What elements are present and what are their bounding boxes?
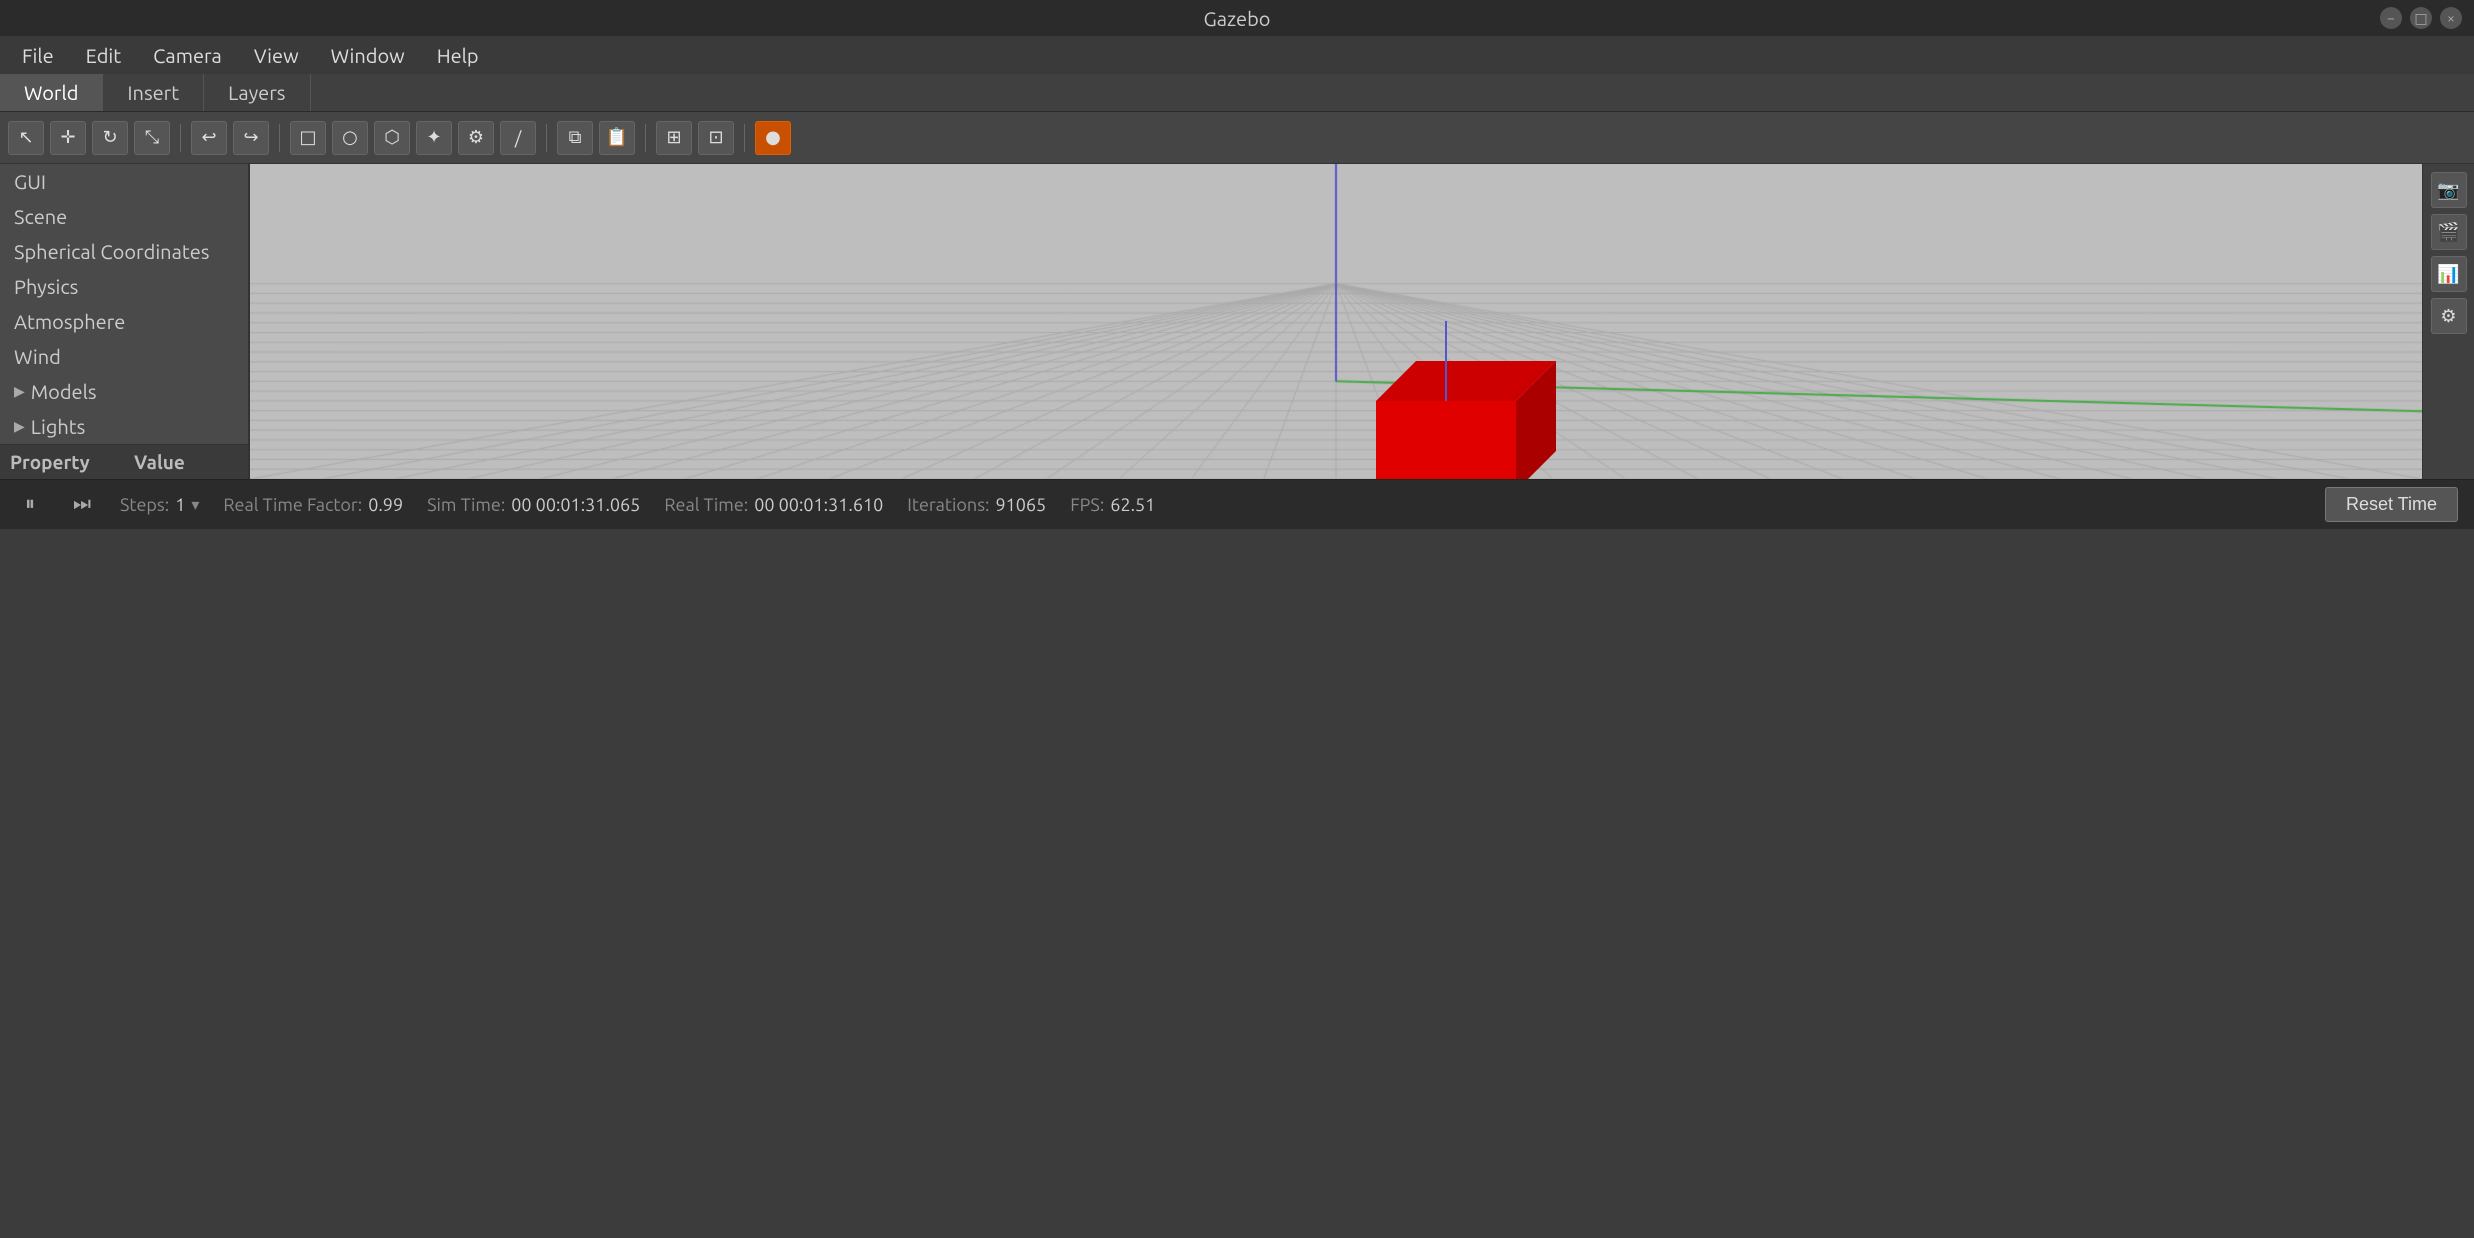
- right-panel: 📷 🎬 📊 ⚙: [2422, 164, 2474, 479]
- cube-svg: [1316, 321, 1596, 479]
- select-tool-button[interactable]: ↖: [8, 121, 44, 155]
- copy-button[interactable]: ⧉: [557, 121, 593, 155]
- align-button[interactable]: ⊞: [656, 121, 692, 155]
- step-button[interactable]: ⏭: [68, 491, 96, 519]
- value-col-header: Value: [124, 445, 248, 479]
- reset-time-button[interactable]: Reset Time: [2325, 487, 2458, 522]
- sidebar-item-wind-label: Wind: [14, 345, 61, 368]
- right-btn-2[interactable]: 🎬: [2431, 214, 2467, 250]
- sphere-button[interactable]: ○: [332, 121, 368, 155]
- redo-button[interactable]: ↪: [233, 121, 269, 155]
- real-time-value: 00 00:01:31.610: [754, 495, 883, 515]
- sidebar-item-lights[interactable]: ▶ Lights: [0, 409, 248, 444]
- directional-light-button[interactable]: /: [500, 121, 536, 155]
- sim-time-item: Sim Time: 00 00:01:31.065: [427, 495, 640, 515]
- content-area: ↖ ✛ ↻ ⤡ ↩ ↪ □ ○ ⬡ ✦ ⚙ / ⧉ 📋 ⊞ ⊡ ● GUI Sc…: [0, 112, 2474, 479]
- sidebar-item-atmosphere[interactable]: Atmosphere: [0, 304, 248, 339]
- main-area: GUI Scene Spherical Coordinates Physics …: [0, 164, 2474, 479]
- property-header: Property Value: [0, 444, 248, 479]
- property-col-header: Property: [0, 445, 124, 479]
- sidebar-item-physics[interactable]: Physics: [0, 269, 248, 304]
- toolbar-separator-4: [645, 124, 646, 152]
- sidebar-item-atmosphere-label: Atmosphere: [14, 310, 125, 333]
- sim-time-value: 00 00:01:31.065: [511, 495, 640, 515]
- right-btn-3[interactable]: 📊: [2431, 256, 2467, 292]
- statusbar: ⏸ ⏭ Steps: 1 ▾ Real Time Factor: 0.99 Si…: [0, 479, 2474, 529]
- sidebar-item-spherical-coords[interactable]: Spherical Coordinates: [0, 234, 248, 269]
- close-button[interactable]: ×: [2440, 7, 2462, 29]
- sidebar-item-gui-label: GUI: [14, 170, 46, 193]
- menu-window[interactable]: Window: [317, 40, 419, 71]
- toolbar-separator-2: [279, 124, 280, 152]
- sidebar-item-models[interactable]: ▶ Models: [0, 374, 248, 409]
- scale-tool-button[interactable]: ⤡: [134, 121, 170, 155]
- menu-help[interactable]: Help: [423, 40, 493, 71]
- record-button[interactable]: ●: [755, 121, 791, 155]
- maximize-button[interactable]: □: [2410, 7, 2432, 29]
- toolbar-separator-3: [546, 124, 547, 152]
- tab-world[interactable]: World: [0, 74, 103, 111]
- viewport[interactable]: [250, 164, 2422, 479]
- toolbar-separator-1: [180, 124, 181, 152]
- minimize-button[interactable]: −: [2380, 7, 2402, 29]
- scene-red-cube: [1316, 321, 1596, 479]
- realtime-factor-label: Real Time Factor:: [223, 495, 362, 515]
- tabs-bar: World Insert Layers: [0, 74, 2474, 112]
- pause-button[interactable]: ⏸: [16, 491, 44, 519]
- fps-item: FPS: 62.51: [1070, 495, 1155, 515]
- point-light-button[interactable]: ✦: [416, 121, 452, 155]
- realtime-factor-item: Real Time Factor: 0.99: [223, 495, 403, 515]
- models-expand-icon: ▶: [14, 383, 25, 400]
- steps-value: 1: [175, 495, 185, 515]
- steps-label: Steps:: [120, 495, 169, 515]
- tab-insert[interactable]: Insert: [103, 74, 204, 111]
- iterations-value: 91065: [995, 495, 1046, 515]
- sidebar-item-gui[interactable]: GUI: [0, 164, 248, 199]
- real-time-label: Real Time:: [664, 495, 748, 515]
- menu-file[interactable]: File: [8, 40, 68, 71]
- sidebar-item-wind[interactable]: Wind: [0, 339, 248, 374]
- menu-camera[interactable]: Camera: [139, 40, 236, 71]
- right-btn-4[interactable]: ⚙: [2431, 298, 2467, 334]
- spot-light-button[interactable]: ⚙: [458, 121, 494, 155]
- fps-value: 62.51: [1110, 495, 1155, 515]
- sidebar-item-scene-label: Scene: [14, 205, 67, 228]
- toolbar-separator-5: [744, 124, 745, 152]
- cylinder-button[interactable]: ⬡: [374, 121, 410, 155]
- right-btn-1[interactable]: 📷: [2431, 172, 2467, 208]
- sidebar-item-lights-label: Lights: [31, 415, 86, 438]
- lights-expand-icon: ▶: [14, 418, 25, 435]
- snap-button[interactable]: ⊡: [698, 121, 734, 155]
- sidebar-item-scene[interactable]: Scene: [0, 199, 248, 234]
- sidebar-item-spherical-coords-label: Spherical Coordinates: [14, 240, 209, 263]
- left-panel: GUI Scene Spherical Coordinates Physics …: [0, 164, 250, 479]
- paste-button[interactable]: 📋: [599, 121, 635, 155]
- menubar: File Edit Camera View Window Help: [0, 36, 2474, 74]
- realtime-factor-value: 0.99: [368, 495, 403, 515]
- iterations-item: Iterations: 91065: [907, 495, 1046, 515]
- sim-time-label: Sim Time:: [427, 495, 505, 515]
- app-title: Gazebo: [1204, 7, 1271, 30]
- fps-label: FPS:: [1070, 495, 1104, 515]
- undo-button[interactable]: ↩: [191, 121, 227, 155]
- sidebar-item-models-label: Models: [31, 380, 97, 403]
- window-controls: − □ ×: [2380, 7, 2462, 29]
- iterations-label: Iterations:: [907, 495, 989, 515]
- rotate-tool-button[interactable]: ↻: [92, 121, 128, 155]
- menu-view[interactable]: View: [240, 40, 313, 71]
- sidebar-item-physics-label: Physics: [14, 275, 78, 298]
- real-time-item: Real Time: 00 00:01:31.610: [664, 495, 883, 515]
- translate-tool-button[interactable]: ✛: [50, 121, 86, 155]
- titlebar: Gazebo − □ ×: [0, 0, 2474, 36]
- steps-item: Steps: 1 ▾: [120, 495, 199, 515]
- menu-edit[interactable]: Edit: [72, 40, 135, 71]
- steps-dropdown[interactable]: ▾: [191, 495, 199, 514]
- toolbar: ↖ ✛ ↻ ⤡ ↩ ↪ □ ○ ⬡ ✦ ⚙ / ⧉ 📋 ⊞ ⊡ ●: [0, 112, 2474, 164]
- box-button[interactable]: □: [290, 121, 326, 155]
- tab-layers[interactable]: Layers: [204, 74, 310, 111]
